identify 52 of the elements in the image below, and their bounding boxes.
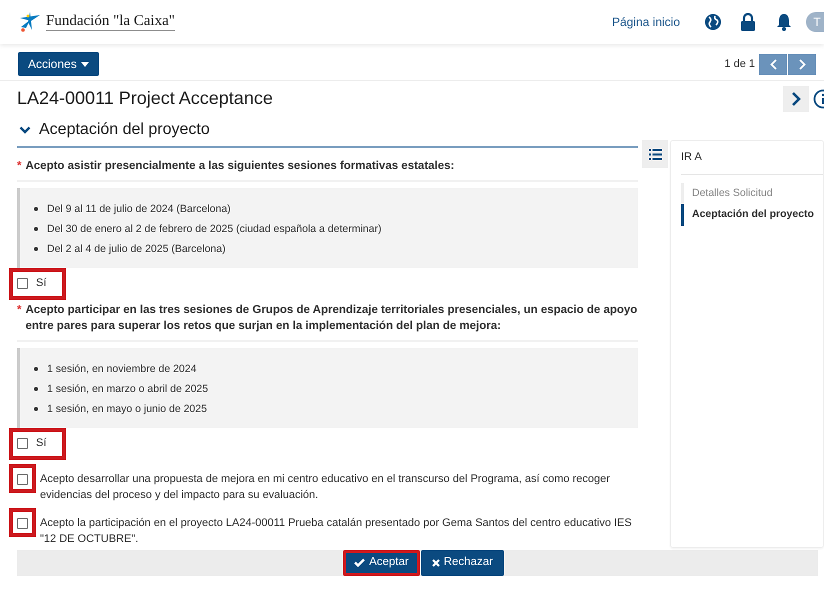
chevron-right-icon [791,92,801,106]
star-logo-icon [18,12,42,32]
list-icon [648,148,662,160]
logo-text: Fundación "la Caixa" [46,13,175,31]
close-icon [432,558,440,567]
checkbox[interactable] [17,474,28,485]
page-title: LA24-00011 Project Acceptance [17,88,273,110]
info-icon[interactable] [813,89,824,109]
navigation-link[interactable]: Detalles Solicitud [681,182,823,204]
navigation-tab[interactable] [642,140,668,168]
check-icon [354,558,366,568]
navigation-link[interactable]: Aceptación del proyecto [681,204,823,226]
actions-button[interactable]: Acciones [18,52,99,76]
list-item: Del 2 al 4 de julio de 2025 (Barcelona) [47,242,226,256]
panel-title: IR A [681,147,823,174]
question-text: Acepto asistir presencialmente a las siguientes sesiones formativas estatales: [25,159,456,174]
caret-icon [80,62,89,66]
bullet-icon [34,246,38,251]
checkbox[interactable] [17,518,28,529]
bullet-icon [34,226,38,231]
page-counter: 1 de 1 [724,56,755,72]
expand-panel-button[interactable] [783,86,809,112]
list-item: Del 9 al 11 de julio de 2024 (Barcelona) [47,202,231,216]
bullet-icon [34,386,38,391]
list-item: Del 30 de enero al 2 de febrero de 2025 (ciudad española a determinar) [47,222,382,236]
accept-button[interactable]: Aceptar [343,550,420,576]
bell-icon[interactable] [776,13,792,31]
checkbox-label: Acepto desarrollar una propuesta de mejora en mi centro educativo en el transcurso del Programa, así como recoger evidencias del proceso y del impacto para su evaluación. [40,472,611,503]
required-mark: * [17,302,22,318]
previous-button[interactable] [759,54,787,74]
chevron-right-icon [798,58,806,70]
section-title: Aceptación del proyecto [39,120,210,140]
reject-button[interactable]: Rechazar [420,550,504,576]
checkbox[interactable] [17,438,28,449]
bullet-icon [34,366,38,371]
required-mark: * [17,159,22,174]
globe-icon[interactable] [704,13,722,31]
lock-icon[interactable] [740,13,756,31]
chevron-left-icon [770,58,776,70]
bullet-icon [34,406,38,411]
next-button[interactable] [788,54,816,74]
checkbox-label: Sí [36,436,46,451]
list-item: 1 sesión, en mayo o junio de 2025 [47,402,207,416]
checkbox-label: Acepto la participación en el proyecto LA24-00011 Prueba catalán presentado por Gema Santos del centro educativo IES "12 DE OCTUBRE". [40,516,633,547]
bullet-icon [34,206,38,211]
home-link[interactable]: Página inicio [612,13,680,31]
question-text: Acepto participar en las tres sesiones de Grupos de Aprendizaje territoriales presenciales, un espacio de apoyo entre pares para superar los retos que surjan en la implementación del plan de mejora: [25,302,638,334]
checkbox[interactable] [17,278,28,289]
checkbox-label: Sí [36,276,46,291]
chevron-down-icon[interactable] [19,124,31,136]
list-item: 1 sesión, en marzo o abril de 2025 [47,382,208,396]
list-item: 1 sesión, en noviembre de 2024 [47,362,196,376]
